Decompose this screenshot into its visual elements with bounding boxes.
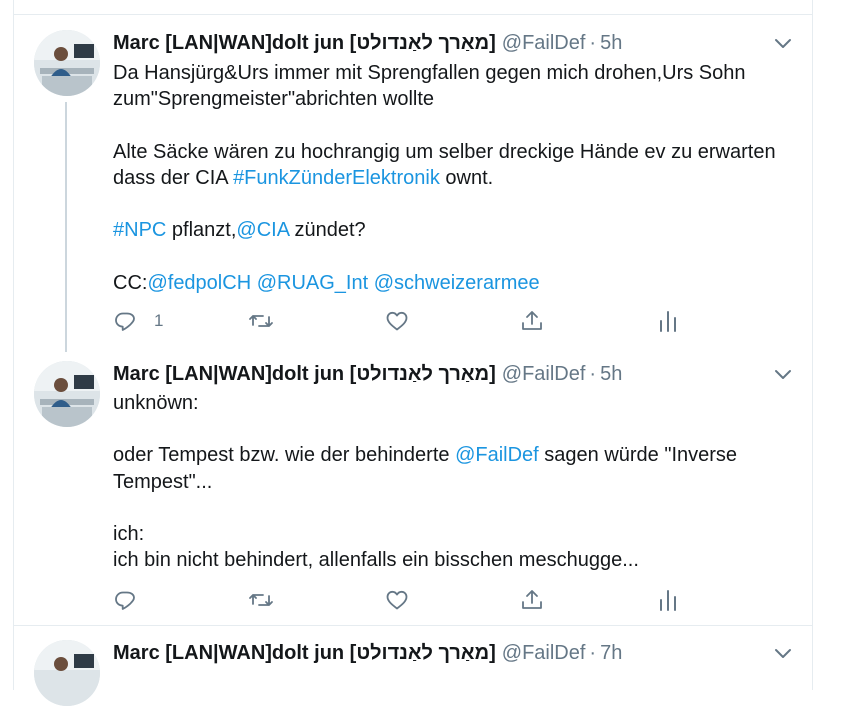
text-line: ich bin nicht behindert, allenfalls ein … — [113, 549, 639, 572]
mention-link[interactable]: @RUAG_Int — [257, 272, 368, 294]
reply-icon — [113, 588, 137, 612]
mention-link[interactable]: @CIA — [236, 219, 289, 241]
timestamp[interactable]: 5h — [600, 32, 622, 54]
like-button[interactable] — [385, 309, 409, 333]
separator-dot: · — [589, 32, 597, 54]
text-line: Tempest"... — [113, 470, 213, 493]
display-name[interactable]: Marc [LAN|WAN]dolt jun [מאַרך לאַנדולט] — [113, 32, 496, 54]
share-button[interactable] — [520, 588, 544, 612]
share-icon — [520, 588, 544, 612]
text-segment: zündet? — [288, 219, 366, 242]
text-line: ich: — [113, 522, 145, 545]
tweet-actions: 1 — [113, 309, 693, 333]
text-segment: sagen würde "Inverse — [538, 444, 738, 467]
tweet-header: Marc [LAN|WAN]dolt jun [מאַרך לאַנדולט] @… — [113, 31, 622, 55]
tweet-text: unknöwn: oder Tempest bzw. wie der behin… — [113, 390, 793, 573]
mention-link[interactable]: @fedpolCH — [147, 272, 251, 294]
avatar[interactable] — [34, 361, 100, 427]
user-handle[interactable]: @FailDef — [502, 363, 586, 385]
mention-link[interactable]: @schweizerarmee — [374, 272, 540, 294]
text-line: #NPC pflanzt,@CIA zündet? — [113, 217, 793, 243]
text-line: CC:@fedpolCH @RUAG_Int @schweizerarmee — [113, 270, 793, 296]
text-segment: dass der CIA — [113, 166, 234, 189]
text-line: zum"Sprengmeister"abrichten wollte — [113, 88, 435, 111]
avatar[interactable] — [34, 30, 100, 96]
chevron-down-icon[interactable] — [772, 642, 794, 664]
tweet-text: Da Hansjürg&Urs immer mit Sprengfallen g… — [113, 60, 793, 296]
heart-icon — [385, 309, 409, 333]
reply-button[interactable]: 1 — [113, 309, 163, 333]
retweet-button[interactable] — [248, 309, 274, 333]
text-line: dass der CIA #FunkZünderElektronik ownt. — [113, 165, 793, 191]
chevron-down-icon[interactable] — [772, 363, 794, 385]
retweet-icon — [248, 309, 274, 333]
divider — [13, 14, 813, 15]
text-segment: oder Tempest bzw. wie der behinderte — [113, 444, 456, 467]
analytics-icon — [656, 309, 680, 333]
text-line: oder Tempest bzw. wie der behinderte @Fa… — [113, 442, 793, 468]
separator-dot: · — [589, 363, 597, 385]
divider — [13, 625, 813, 626]
thread-connector-line — [65, 102, 67, 352]
timestamp[interactable]: 7h — [600, 642, 622, 664]
share-button[interactable] — [520, 309, 544, 333]
display-name[interactable]: Marc [LAN|WAN]dolt jun [מאַרך לאַנדולט] — [113, 642, 496, 664]
user-handle[interactable]: @FailDef — [502, 32, 586, 54]
hashtag-link[interactable]: #NPC — [113, 219, 166, 241]
tweet-header: Marc [LAN|WAN]dolt jun [מאַרך לאַנדולט] @… — [113, 641, 622, 665]
timestamp[interactable]: 5h — [600, 363, 622, 385]
analytics-icon — [656, 588, 680, 612]
heart-icon — [385, 588, 409, 612]
user-handle[interactable]: @FailDef — [502, 642, 586, 664]
analytics-button[interactable] — [656, 309, 680, 333]
separator-dot: · — [589, 642, 597, 664]
reply-count: 1 — [154, 311, 164, 330]
text-segment: ownt. — [439, 166, 494, 189]
avatar[interactable] — [34, 640, 100, 706]
tweet-actions — [113, 588, 693, 612]
retweet-button[interactable] — [248, 588, 274, 612]
tweet-header: Marc [LAN|WAN]dolt jun [מאַרך לאַנדולט] @… — [113, 362, 622, 386]
text-segment: CC: — [113, 271, 148, 294]
text-line: Alte Säcke wären zu hochrangig um selber… — [113, 140, 776, 163]
text-line: Da Hansjürg&Urs immer mit Sprengfallen g… — [113, 62, 746, 84]
analytics-button[interactable] — [656, 588, 680, 612]
share-icon — [520, 309, 544, 333]
display-name[interactable]: Marc [LAN|WAN]dolt jun [מאַרך לאַנדולט] — [113, 363, 496, 385]
retweet-icon — [248, 588, 274, 612]
hashtag-link[interactable]: #FunkZünderElektronik — [233, 167, 440, 189]
text-segment: pflanzt, — [166, 219, 237, 242]
like-button[interactable] — [385, 588, 409, 612]
chevron-down-icon[interactable] — [772, 32, 794, 54]
mention-link[interactable]: @FailDef — [455, 444, 539, 466]
reply-icon — [113, 309, 137, 333]
reply-button[interactable] — [113, 588, 137, 612]
text-line: unknöwn: — [113, 392, 199, 414]
